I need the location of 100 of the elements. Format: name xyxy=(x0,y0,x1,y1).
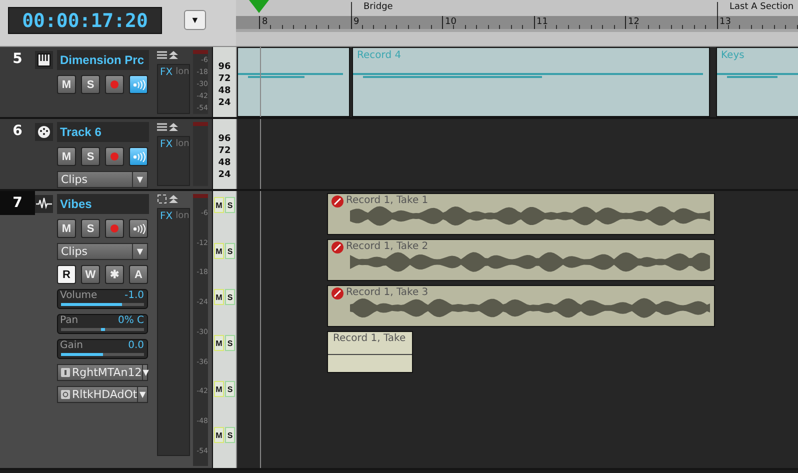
lane-solo-button[interactable]: S xyxy=(225,197,235,213)
parameter-slider[interactable]: Volume -1.0 xyxy=(57,289,148,309)
monitor-button[interactable] xyxy=(129,147,148,166)
fx-label: lon xyxy=(176,211,190,221)
audio-take[interactable]: Record 1, Take 2 xyxy=(327,239,715,281)
note-scale-label: 24 xyxy=(218,169,231,181)
audio-take[interactable]: Record 1, Take xyxy=(327,331,413,373)
muted-icon xyxy=(331,241,344,254)
input-icon xyxy=(61,368,70,377)
track-number: 6 xyxy=(12,122,24,141)
menu-icon[interactable] xyxy=(157,50,167,60)
parameter-slider[interactable]: Gain 0.0 xyxy=(57,339,148,359)
midi-port-icon xyxy=(37,125,51,139)
collapse-icon[interactable] xyxy=(169,50,178,60)
lane-solo-button[interactable]: S xyxy=(225,381,235,397)
record-arm-button[interactable] xyxy=(105,75,124,94)
track-number: 5 xyxy=(12,50,24,69)
mute-button[interactable]: M xyxy=(57,75,76,94)
fx-panel[interactable]: FX lon xyxy=(157,136,190,186)
parameter-slider[interactable]: Pan 0% C xyxy=(57,314,148,334)
audio-take[interactable]: Record 1, Take 3 xyxy=(327,285,715,327)
lane-mute-button[interactable]: M xyxy=(214,243,224,259)
clips-dropdown[interactable]: Clips ▼ xyxy=(57,171,148,188)
take-label: Record 1, Take 2 xyxy=(346,241,428,252)
fx-label: FX xyxy=(160,67,173,78)
audio-take[interactable]: Record 1, Take 1 xyxy=(327,193,715,235)
track-name-field[interactable]: Track 6 xyxy=(57,122,149,142)
monitor-button[interactable] xyxy=(129,219,148,238)
speaker-waves-icon xyxy=(132,224,146,234)
bar-number: 11 xyxy=(534,16,548,29)
slider-label: Gain xyxy=(60,340,83,351)
item-label: Record 4 xyxy=(357,50,402,61)
monitor-button[interactable] xyxy=(129,75,148,94)
speaker-waves-icon xyxy=(132,152,146,162)
fx-panel[interactable]: FX lon xyxy=(157,64,190,114)
automation-mode-button[interactable]: R xyxy=(57,265,76,284)
dropdown-value: Clips xyxy=(61,173,88,186)
solo-button[interactable]: S xyxy=(81,147,100,166)
lane-solo-button[interactable]: S xyxy=(225,243,235,259)
lane-mute-button[interactable]: M xyxy=(214,335,224,351)
lane-solo-button[interactable]: S xyxy=(225,335,235,351)
slider-value: -1.0 xyxy=(124,290,144,301)
lane-mute-button[interactable]: M xyxy=(214,381,224,397)
io-routing-dropdown[interactable]: RltkHDAdOt ▼ xyxy=(57,386,148,403)
dropdown-button[interactable]: ▼ xyxy=(184,10,206,30)
take-label: Record 1, Take 3 xyxy=(346,287,428,298)
midi-item[interactable] xyxy=(237,47,350,117)
item-label: Keys xyxy=(721,50,744,61)
lane-mute-button[interactable]: M xyxy=(214,427,224,443)
track-number: 7 xyxy=(0,191,35,215)
lane-solo-button[interactable]: S xyxy=(225,289,235,305)
note-scale-label: 96 xyxy=(218,133,231,145)
automation-mode-button[interactable]: A xyxy=(129,265,148,284)
record-arm-button[interactable] xyxy=(105,147,124,166)
mute-button[interactable]: M xyxy=(57,219,76,238)
output-icon xyxy=(61,390,70,399)
note-scale-label: 72 xyxy=(218,73,231,85)
keyboard-icon xyxy=(37,53,51,67)
track-name-field[interactable]: Vibes xyxy=(57,194,149,214)
lane-mute-button[interactable]: M xyxy=(214,197,224,213)
fx-label: lon xyxy=(176,139,190,149)
note-scale-label: 24 xyxy=(218,97,231,109)
note-scale-label: 48 xyxy=(218,85,231,97)
time-display: 00:00:17:20 xyxy=(8,7,162,34)
fx-label: FX xyxy=(160,211,173,222)
record-icon xyxy=(110,224,119,233)
automation-mode-button[interactable]: ✱ xyxy=(105,265,124,284)
menu-icon[interactable] xyxy=(157,122,167,132)
muted-icon xyxy=(331,195,344,208)
automation-mode-button[interactable]: W xyxy=(81,265,100,284)
slider-value: 0% C xyxy=(118,315,144,326)
take-label: Record 1, Take xyxy=(333,333,406,344)
playhead-marker-icon[interactable] xyxy=(249,0,269,14)
fx-label: lon xyxy=(176,67,190,77)
io-routing-dropdown[interactable]: RghtMTAn12▼ xyxy=(57,364,148,381)
lane-solo-button[interactable]: S xyxy=(225,427,235,443)
timeline-ruler[interactable]: 8 9 10 11 12 13 Bridge Last A Section xyxy=(236,0,798,46)
track-name-field[interactable]: Dimension Prc xyxy=(57,50,149,70)
lane-mute-button[interactable]: M xyxy=(214,289,224,305)
note-scale-label: 72 xyxy=(218,145,231,157)
clips-dropdown[interactable]: Clips ▼ xyxy=(57,243,148,260)
record-arm-button[interactable] xyxy=(105,219,124,238)
slider-value: 0.0 xyxy=(128,340,144,351)
solo-button[interactable]: S xyxy=(81,219,100,238)
dropdown-value: RghtMTAn12 xyxy=(72,366,142,379)
level-meter xyxy=(193,122,208,186)
fx-label: FX xyxy=(160,139,173,150)
take-label: Record 1, Take 1 xyxy=(346,195,428,206)
mute-button[interactable]: M xyxy=(57,147,76,166)
note-scale-label: 48 xyxy=(218,157,231,169)
waveform-icon xyxy=(36,197,52,211)
bar-number: 9 xyxy=(350,16,360,29)
dropdown-value: Clips xyxy=(61,245,88,258)
solo-button[interactable]: S xyxy=(81,75,100,94)
bar-number: 8 xyxy=(259,16,268,29)
fx-panel[interactable]: FX lon xyxy=(157,208,190,456)
bar-number: 13 xyxy=(716,16,731,29)
collapse-icon[interactable] xyxy=(169,194,178,204)
note-scale-label: 96 xyxy=(218,61,231,73)
collapse-icon[interactable] xyxy=(169,122,178,132)
